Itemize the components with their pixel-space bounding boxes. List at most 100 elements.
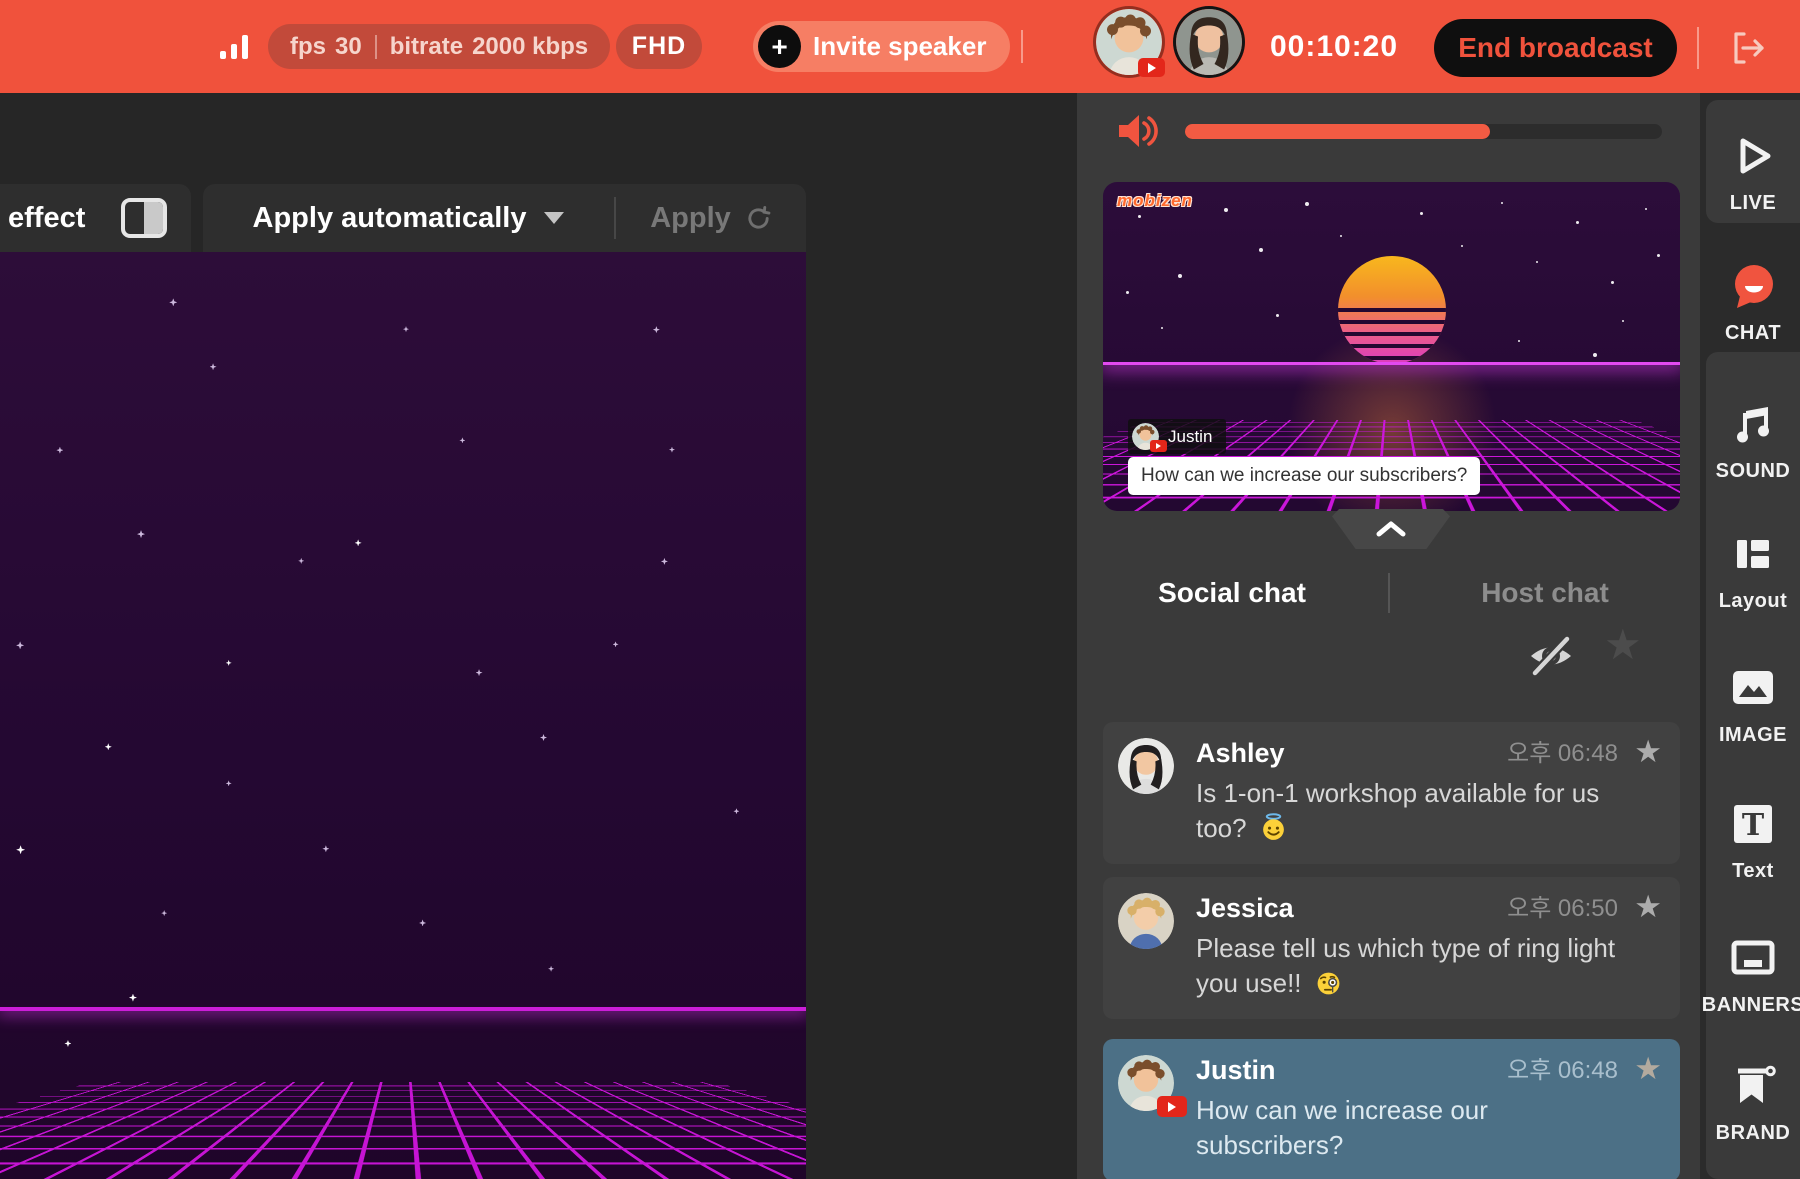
halo-face-emoji: [1262, 813, 1284, 840]
exit-icon[interactable]: [1729, 28, 1769, 68]
star-sparkle: [1518, 339, 1521, 342]
sidebar-item-image[interactable]: IMAGE: [1706, 645, 1800, 763]
collapse-monitor-tab[interactable]: [1332, 509, 1450, 549]
sidebar-item-label: CHAT: [1724, 322, 1782, 344]
live-play-icon: [1740, 138, 1771, 174]
end-broadcast-button[interactable]: End broadcast: [1434, 19, 1677, 77]
apply-button-label: Apply: [650, 201, 731, 234]
broadcast-monitor[interactable]: mobizen Justin How can we increase our s…: [1103, 182, 1680, 511]
invite-speaker-button[interactable]: + Invite speaker: [753, 21, 1011, 72]
favorites-filter-star-icon[interactable]: ★: [1604, 624, 1642, 666]
topbar-divider: [1697, 27, 1699, 69]
quality-badge: FHD: [616, 24, 702, 69]
star-sparkle: [1593, 353, 1598, 358]
stats-divider: [374, 34, 377, 59]
text-icon: T: [1734, 805, 1772, 843]
chat-overlay: Justin How can we increase our subscribe…: [1128, 419, 1481, 495]
sidebar-item-label: BRAND: [1715, 1122, 1791, 1144]
overlay-author: Justin: [1168, 426, 1213, 446]
apply-mode-dropdown[interactable]: Apply automatically: [203, 202, 614, 235]
star-sparkle: [652, 326, 660, 334]
star-sparkle: [298, 557, 305, 564]
banner-icon: [1731, 940, 1775, 975]
stream-stats-badge: fps 30 bitrate 2000 kbps: [268, 24, 611, 69]
topbar-divider: [1021, 30, 1023, 63]
chat-text-line: How can we increase our: [1196, 1095, 1488, 1125]
chat-text-line: Is 1-on-1 workshop available for us: [1196, 778, 1600, 808]
sidebar-item-text[interactable]: T Text: [1706, 781, 1800, 899]
star-sparkle: [354, 539, 362, 547]
favorite-star-icon[interactable]: ★: [1634, 732, 1662, 772]
sidebar-item-label: LIVE: [1729, 192, 1777, 214]
broadcast-timer: 00:10:20: [1269, 30, 1399, 63]
tab-host-chat[interactable]: Host chat: [1390, 571, 1700, 615]
favorite-star-icon[interactable]: ★: [1634, 1049, 1662, 1089]
star-sparkle: [128, 993, 137, 1002]
image-icon: [1733, 671, 1773, 704]
sidebar-item-chat[interactable]: CHAT: [1706, 243, 1800, 361]
star-sparkle: [1420, 211, 1424, 215]
speaker-avatar-host[interactable]: [1176, 9, 1242, 75]
sidebar-item-label: IMAGE: [1718, 724, 1788, 746]
avatar: [1118, 738, 1174, 794]
star-sparkle: [1460, 244, 1463, 247]
tab-social-chat[interactable]: Social chat: [1077, 571, 1387, 615]
star-sparkle: [548, 965, 555, 972]
star-sparkle: [733, 808, 740, 815]
chat-message[interactable]: Ashley 오후 06:48 ★ Is 1-on-1 workshop ava…: [1103, 722, 1680, 864]
star-sparkle: [1622, 320, 1625, 323]
sidebar-item-label: Text: [1732, 860, 1774, 882]
star-sparkle: [322, 845, 330, 853]
star-sparkle: [169, 298, 178, 307]
star-sparkle: [1656, 254, 1660, 258]
speaker-avatar-justin[interactable]: [1096, 9, 1165, 77]
effect-label: effect: [8, 201, 86, 234]
star-sparkle: [1137, 214, 1141, 218]
star-sparkle: [161, 910, 168, 917]
sidebar-item-brand[interactable]: BRAND: [1706, 1043, 1800, 1161]
star-sparkle: [540, 734, 548, 742]
overlay-name-box: Justin: [1128, 419, 1227, 454]
invite-speaker-label: Invite speaker: [813, 31, 987, 61]
chat-message[interactable]: Jessica 오후 06:50 ★ Please tell us which …: [1103, 877, 1680, 1019]
star-sparkle: [1501, 201, 1504, 204]
signal-strength-icon: [220, 33, 248, 59]
star-sparkle: [137, 530, 146, 539]
hide-chat-icon[interactable]: [1527, 635, 1575, 677]
chevron-down-icon: [544, 212, 565, 224]
star-sparkle: [1535, 260, 1538, 263]
star-sparkle: [1645, 208, 1648, 211]
sidebar-item-layout[interactable]: Layout: [1706, 511, 1800, 629]
layout-icon: [1737, 540, 1769, 568]
sidebar-item-sound[interactable]: SOUND: [1706, 381, 1800, 499]
svg-text:T: T: [1742, 808, 1765, 843]
apply-button[interactable]: Apply: [616, 202, 806, 235]
mobizen-logo: mobizen: [1117, 191, 1193, 210]
star-sparkle: [104, 743, 112, 751]
sidebar-item-label: SOUND: [1715, 460, 1791, 482]
favorite-star-icon[interactable]: ★: [1634, 887, 1662, 927]
volume-slider[interactable]: [1185, 124, 1662, 139]
chat-text: How can we increase our subscribers?: [1196, 1093, 1660, 1163]
synthwave-sun: [1337, 256, 1446, 364]
star-sparkle: [1224, 208, 1229, 213]
effect-toggle-bar: effect: [0, 184, 191, 252]
bitrate-label: bitrate: [389, 32, 464, 60]
chat-text: Is 1-on-1 workshop available for us too?: [1196, 776, 1660, 846]
fps-label: fps: [290, 32, 326, 60]
brand-icon: [1730, 1059, 1776, 1113]
star-sparkle: [660, 557, 668, 565]
speaker-volume-icon[interactable]: [1115, 109, 1159, 153]
sidebar-item-live[interactable]: LIVE: [1706, 113, 1800, 231]
chat-message[interactable]: Justin 오후 06:48 ★ How can we increase ou…: [1103, 1039, 1680, 1179]
effect-toggle-icon[interactable]: [121, 198, 167, 238]
bitrate-value: 2000 kbps: [472, 32, 589, 60]
synthwave-grid-floor: [0, 1007, 806, 1179]
star-sparkle: [56, 446, 64, 454]
apply-bar: Apply automatically Apply: [203, 184, 806, 252]
image-icon: [1730, 661, 1776, 715]
avatar: [1118, 893, 1174, 949]
sidebar-item-banners[interactable]: BANNERS: [1702, 915, 1800, 1033]
text-icon: T: [1730, 797, 1776, 851]
star-sparkle: [225, 780, 232, 787]
